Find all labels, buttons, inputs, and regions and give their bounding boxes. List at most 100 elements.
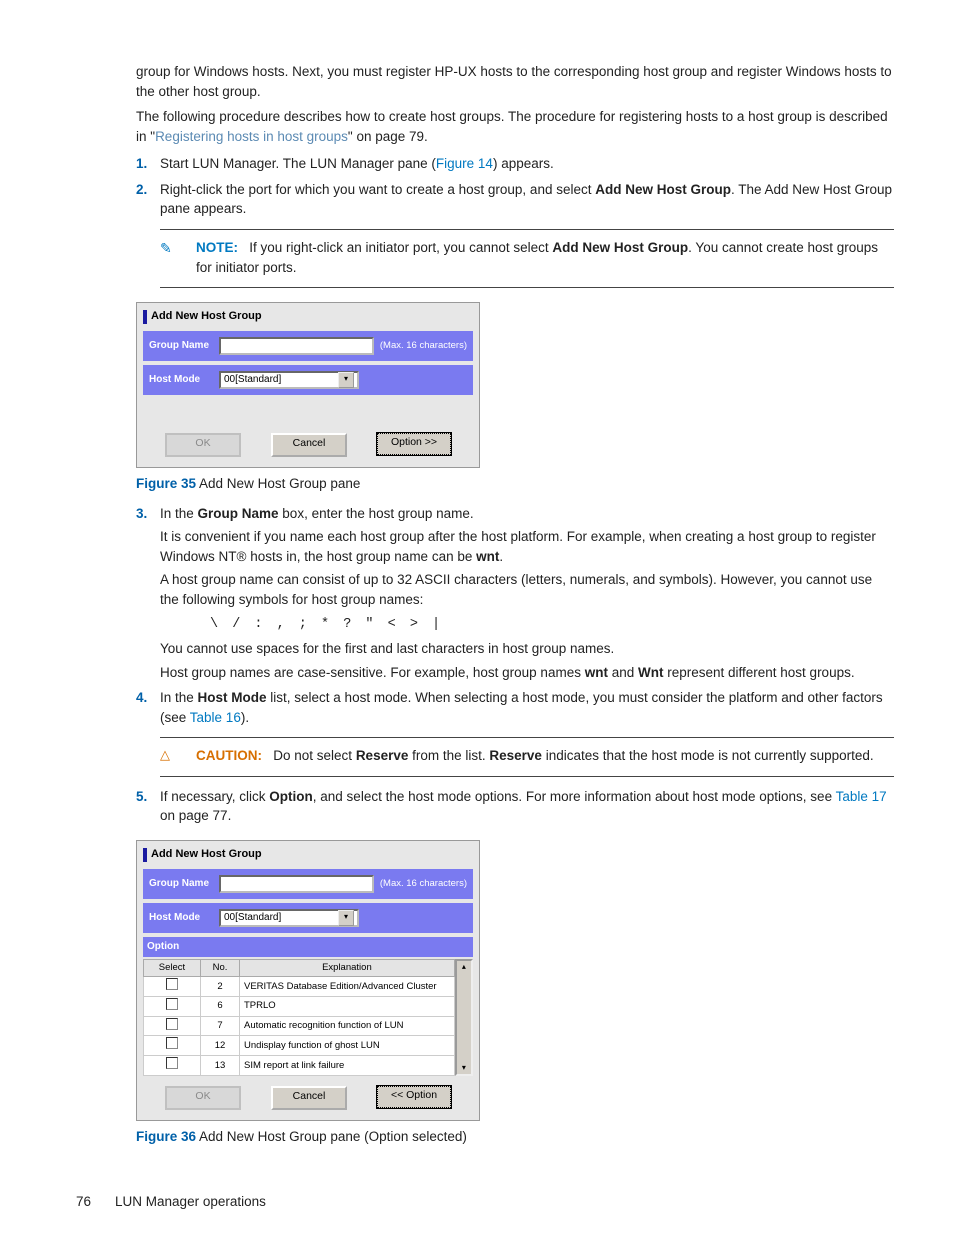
cancel-button[interactable]: Cancel — [271, 1086, 347, 1110]
section-title: LUN Manager operations — [115, 1192, 266, 1212]
link-table-16[interactable]: Table 16 — [190, 710, 241, 725]
add-new-host-group-dialog: Add New Host Group Group Name (Max. 16 c… — [136, 302, 480, 468]
step-2: 2. Right-click the port for which you wa… — [60, 180, 894, 219]
text: and — [608, 665, 638, 680]
step-4: 4. In the Host Mode list, select a host … — [60, 688, 894, 727]
row-explanation: Undisplay function of ghost LUN — [240, 1036, 455, 1056]
bold-text: Wnt — [638, 665, 663, 680]
option-collapse-button[interactable]: << Option — [377, 1086, 451, 1108]
option-section-header: Option — [143, 937, 473, 958]
text: box, enter the host group name. — [279, 506, 474, 521]
host-mode-value: 00[Standard] — [224, 373, 281, 388]
text: " on page 79. — [348, 129, 428, 144]
option-table: Select No. Explanation 2VERITAS Database… — [143, 959, 455, 1076]
text: If you right-click an initiator port, yo… — [249, 240, 552, 255]
text: represent different host groups. — [663, 665, 854, 680]
row-no: 2 — [201, 977, 240, 997]
row-checkbox[interactable] — [166, 1018, 178, 1030]
text: A host group name can consist of up to 3… — [160, 570, 894, 609]
figure-title: Add New Host Group pane — [196, 476, 360, 491]
row-checkbox[interactable] — [166, 1037, 178, 1049]
link-registering-hosts[interactable]: Registering hosts in host groups — [155, 129, 348, 144]
row-explanation: TPRLO — [240, 996, 455, 1016]
host-mode-label: Host Mode — [149, 911, 213, 926]
option-expand-button[interactable]: Option >> — [377, 433, 451, 455]
bold-text: Add New Host Group — [595, 182, 731, 197]
host-mode-value: 00[Standard] — [224, 911, 281, 926]
text: In the — [160, 506, 198, 521]
chevron-down-icon[interactable]: ▾ — [338, 372, 354, 388]
max-chars-hint: (Max. 16 characters) — [380, 339, 467, 353]
scroll-up-icon[interactable]: ▴ — [457, 961, 471, 973]
row-explanation: Automatic recognition function of LUN — [240, 1016, 455, 1036]
text: Host group names are case-sensitive. For… — [160, 665, 585, 680]
caution-block: △ CAUTION: Do not select Reserve from th… — [160, 737, 894, 777]
row-explanation: SIM report at link failure — [240, 1056, 455, 1076]
text: from the list. — [408, 748, 489, 763]
text: If necessary, click — [160, 789, 269, 804]
bold-text: Reserve — [489, 748, 542, 763]
figure-title: Add New Host Group pane (Option selected… — [196, 1129, 467, 1144]
bold-text: Option — [269, 789, 313, 804]
text: on page 77. — [160, 808, 231, 823]
bold-text: wnt — [585, 665, 608, 680]
scroll-down-icon[interactable]: ▾ — [457, 1062, 471, 1074]
scrollbar[interactable]: ▴▾ — [455, 959, 473, 1076]
group-name-label: Group Name — [149, 877, 213, 892]
max-chars-hint: (Max. 16 characters) — [380, 877, 467, 891]
dialog-title: Add New Host Group — [151, 847, 262, 863]
bold-text: Add New Host Group — [552, 240, 688, 255]
host-mode-label: Host Mode — [149, 373, 213, 388]
step-1: 1. Start LUN Manager. The LUN Manager pa… — [60, 154, 894, 174]
row-checkbox[interactable] — [166, 998, 178, 1010]
figure-35-caption: Figure 35 Add New Host Group pane — [136, 474, 894, 494]
ok-button[interactable]: OK — [165, 433, 241, 457]
link-table-17[interactable]: Table 17 — [836, 789, 887, 804]
row-checkbox[interactable] — [166, 978, 178, 990]
host-mode-dropdown[interactable]: 00[Standard] ▾ — [219, 371, 359, 389]
row-checkbox[interactable] — [166, 1057, 178, 1069]
group-name-label: Group Name — [149, 339, 213, 354]
figure-36-caption: Figure 36 Add New Host Group pane (Optio… — [136, 1127, 894, 1147]
col-no: No. — [201, 960, 240, 977]
text: You cannot use spaces for the first and … — [160, 639, 894, 659]
link-figure-14[interactable]: Figure 14 — [436, 156, 493, 171]
row-no: 13 — [201, 1056, 240, 1076]
step-number: 4. — [136, 688, 147, 708]
page-number: 76 — [76, 1192, 91, 1212]
text: . — [499, 549, 503, 564]
text: Start LUN Manager. The LUN Manager pane … — [160, 156, 436, 171]
intro-para-2: The following procedure describes how to… — [60, 107, 894, 146]
col-select: Select — [144, 960, 201, 977]
intro-para-1: group for Windows hosts. Next, you must … — [60, 62, 894, 101]
text: list, select a host mode. When selecting… — [160, 690, 883, 725]
chevron-down-icon[interactable]: ▾ — [338, 910, 354, 926]
page-footer: 76 LUN Manager operations — [60, 1192, 894, 1212]
ok-button[interactable]: OK — [165, 1086, 241, 1110]
text: ) appears. — [493, 156, 554, 171]
row-no: 7 — [201, 1016, 240, 1036]
note-label: NOTE: — [196, 240, 238, 255]
host-mode-dropdown[interactable]: 00[Standard] ▾ — [219, 909, 359, 927]
figure-number: Figure 35 — [136, 476, 196, 491]
text: Do not select — [273, 748, 356, 763]
table-row: 13SIM report at link failure — [144, 1056, 455, 1076]
caution-label: CAUTION: — [196, 748, 262, 763]
note-block: ✎ NOTE: If you right-click an initiator … — [160, 229, 894, 288]
text: indicates that the host mode is not curr… — [542, 748, 874, 763]
text: , and select the host mode options. For … — [313, 789, 836, 804]
cancel-button[interactable]: Cancel — [271, 433, 347, 457]
table-row: 12Undisplay function of ghost LUN — [144, 1036, 455, 1056]
text: In the — [160, 690, 198, 705]
step-5: 5. If necessary, click Option, and selec… — [60, 787, 894, 826]
step-3: 3. In the Group Name box, enter the host… — [60, 504, 894, 683]
title-accent — [143, 848, 147, 862]
bold-text: Reserve — [356, 748, 409, 763]
bold-text: Group Name — [198, 506, 279, 521]
group-name-input[interactable] — [219, 337, 374, 355]
bold-text: Host Mode — [198, 690, 267, 705]
group-name-input[interactable] — [219, 875, 374, 893]
figure-number: Figure 36 — [136, 1129, 196, 1144]
row-no: 6 — [201, 996, 240, 1016]
note-icon: ✎ — [160, 238, 172, 258]
